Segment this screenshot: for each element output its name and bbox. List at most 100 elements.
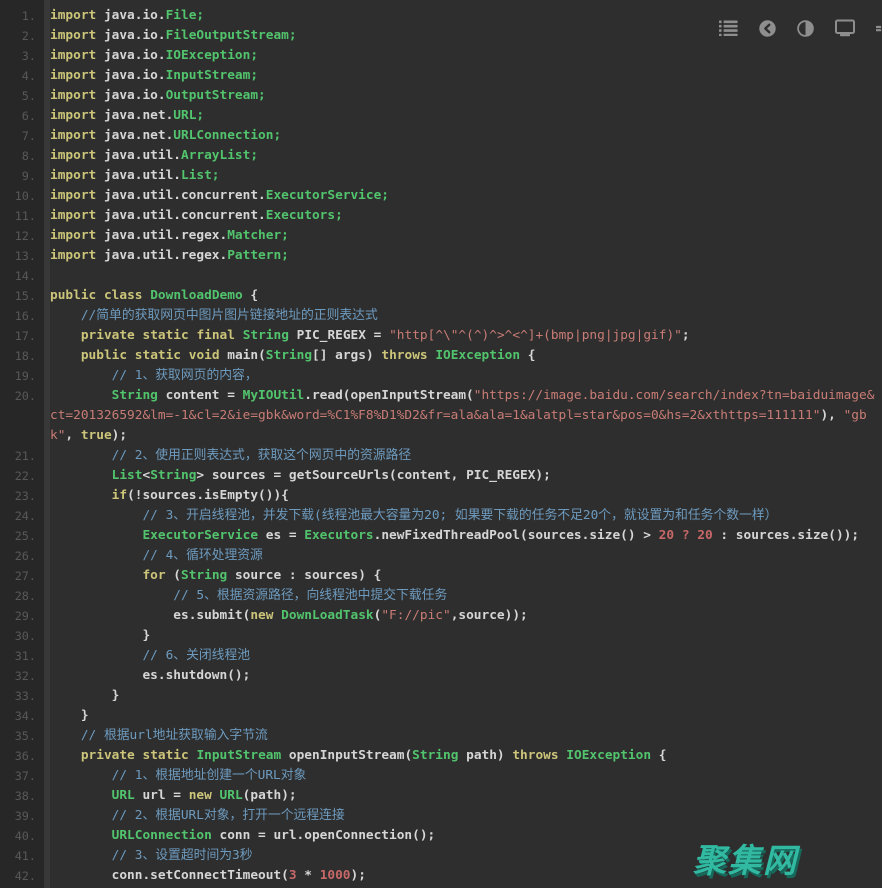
code-text: // 1、根据地址创建一个URL对象 bbox=[44, 766, 882, 786]
code-line: 5.import java.io.OutputStream; bbox=[0, 86, 882, 106]
code-line: 23. if(!sources.isEmpty()){ bbox=[0, 486, 882, 506]
code-line: 33. } bbox=[0, 686, 882, 706]
line-number: 24. bbox=[0, 506, 44, 526]
code-text: // 2、使用正则表达式，获取这个网页中的资源路径 bbox=[44, 446, 882, 466]
code-line: 22. List<String> sources = getSourceUrls… bbox=[0, 466, 882, 486]
code-text: } bbox=[44, 686, 882, 706]
code-line: 24. // 3、开启线程池，并发下载(线程池最大容量为20; 如果要下载的任务… bbox=[0, 506, 882, 526]
code-text: // 4、循环处理资源 bbox=[44, 546, 882, 566]
line-number: 5. bbox=[0, 86, 44, 106]
line-number: 7. bbox=[0, 126, 44, 146]
toolbar bbox=[719, 19, 882, 37]
code-text bbox=[44, 266, 882, 286]
line-number: 16. bbox=[0, 306, 44, 326]
line-number: 22. bbox=[0, 466, 44, 486]
line-number: 15. bbox=[0, 286, 44, 306]
code-line: 14. bbox=[0, 266, 882, 286]
line-number: 9. bbox=[0, 166, 44, 186]
line-number: 31. bbox=[0, 646, 44, 666]
line-number: 18. bbox=[0, 346, 44, 366]
line-number: 23. bbox=[0, 486, 44, 506]
code-text: URL url = new URL(path); bbox=[44, 786, 882, 806]
code-text: import java.util.ArrayList; bbox=[44, 146, 882, 166]
code-line: 30. } bbox=[0, 626, 882, 646]
code-line: 35. // 根据url地址获取输入字节流 bbox=[0, 726, 882, 746]
code-line: 12.import java.util.regex.Matcher; bbox=[0, 226, 882, 246]
line-number: 29. bbox=[0, 606, 44, 626]
code-text: if(!sources.isEmpty()){ bbox=[44, 486, 882, 506]
code-line: 3.import java.io.IOException; bbox=[0, 46, 882, 66]
code-line: 9.import java.util.List; bbox=[0, 166, 882, 186]
code-text: // 2、根据URL对象，打开一个远程连接 bbox=[44, 806, 882, 826]
code-text: ExecutorService es = Executors.newFixedT… bbox=[44, 526, 882, 546]
line-number: 12. bbox=[0, 226, 44, 246]
line-number: 21. bbox=[0, 446, 44, 466]
code-line: 16. //简单的获取网页中图片图片链接地址的正则表达式 bbox=[0, 306, 882, 326]
code-line: 21. // 2、使用正则表达式，获取这个网页中的资源路径 bbox=[0, 446, 882, 466]
code-text: import java.net.URL; bbox=[44, 106, 882, 126]
code-line: 34. } bbox=[0, 706, 882, 726]
line-number: 1. bbox=[0, 6, 44, 26]
code-line: 26. // 4、循环处理资源 bbox=[0, 546, 882, 566]
line-number: 4. bbox=[0, 66, 44, 86]
code-editor[interactable]: 1.import java.io.File;2.import java.io.F… bbox=[0, 6, 882, 886]
monitor-icon[interactable] bbox=[835, 19, 855, 37]
list-icon[interactable] bbox=[719, 20, 738, 36]
line-number: 33. bbox=[0, 686, 44, 706]
code-text: import java.util.concurrent.ExecutorServ… bbox=[44, 186, 882, 206]
line-number: 3. bbox=[0, 46, 44, 66]
code-line: 18. public static void main(String[] arg… bbox=[0, 346, 882, 366]
line-number: 40. bbox=[0, 826, 44, 846]
code-text: public static void main(String[] args) t… bbox=[44, 346, 882, 366]
line-number: 32. bbox=[0, 666, 44, 686]
code-line: 36. private static InputStream openInput… bbox=[0, 746, 882, 766]
line-number: 28. bbox=[0, 586, 44, 606]
code-line: 4.import java.io.InputStream; bbox=[0, 66, 882, 86]
code-text: es.shutdown(); bbox=[44, 666, 882, 686]
code-line: 28. // 5、根据资源路径，向线程池中提交下载任务 bbox=[0, 586, 882, 606]
code-text: import java.io.IOException; bbox=[44, 46, 882, 66]
line-number: 11. bbox=[0, 206, 44, 226]
code-line: 7.import java.net.URLConnection; bbox=[0, 126, 882, 146]
watermark: 聚集网 bbox=[693, 834, 798, 882]
code-text: public class DownloadDemo { bbox=[44, 286, 882, 306]
code-line: 8.import java.util.ArrayList; bbox=[0, 146, 882, 166]
line-number: 38. bbox=[0, 786, 44, 806]
code-text: //简单的获取网页中图片图片链接地址的正则表达式 bbox=[44, 306, 882, 326]
back-icon[interactable] bbox=[759, 20, 776, 37]
code-line: 31. // 6、关闭线程池 bbox=[0, 646, 882, 666]
code-line: 29. es.submit(new DownLoadTask("F://pic"… bbox=[0, 606, 882, 626]
line-number: 25. bbox=[0, 526, 44, 546]
line-number: 36. bbox=[0, 746, 44, 766]
code-line: 10.import java.util.concurrent.ExecutorS… bbox=[0, 186, 882, 206]
contrast-icon[interactable] bbox=[797, 20, 814, 37]
line-number: 30. bbox=[0, 626, 44, 646]
code-line: 13.import java.util.regex.Pattern; bbox=[0, 246, 882, 266]
line-number: 35. bbox=[0, 726, 44, 746]
line-number: 6. bbox=[0, 106, 44, 126]
code-text: String content = MyIOUtil.read(openInput… bbox=[44, 386, 882, 446]
line-number: 17. bbox=[0, 326, 44, 346]
code-line: 6.import java.net.URL; bbox=[0, 106, 882, 126]
code-line: 15.public class DownloadDemo { bbox=[0, 286, 882, 306]
code-text: es.submit(new DownLoadTask("F://pic",sou… bbox=[44, 606, 882, 626]
code-text: // 6、关闭线程池 bbox=[44, 646, 882, 666]
code-line: 27. for (String source : sources) { bbox=[0, 566, 882, 586]
line-number: 42. bbox=[0, 866, 44, 886]
line-number: 2. bbox=[0, 26, 44, 46]
code-text: for (String source : sources) { bbox=[44, 566, 882, 586]
code-line: 32. es.shutdown(); bbox=[0, 666, 882, 686]
line-number: 27. bbox=[0, 566, 44, 586]
clipped-icon[interactable] bbox=[876, 20, 882, 37]
code-line: 39. // 2、根据URL对象，打开一个远程连接 bbox=[0, 806, 882, 826]
code-line: 37. // 1、根据地址创建一个URL对象 bbox=[0, 766, 882, 786]
line-number: 14. bbox=[0, 266, 44, 286]
code-text: import java.util.regex.Matcher; bbox=[44, 226, 882, 246]
code-text: import java.io.InputStream; bbox=[44, 66, 882, 86]
code-line: 20. String content = MyIOUtil.read(openI… bbox=[0, 386, 882, 446]
code-line: 38. URL url = new URL(path); bbox=[0, 786, 882, 806]
code-text: import java.net.URLConnection; bbox=[44, 126, 882, 146]
code-text: List<String> sources = getSourceUrls(con… bbox=[44, 466, 882, 486]
line-number: 19. bbox=[0, 366, 44, 386]
line-number: 41. bbox=[0, 846, 44, 866]
